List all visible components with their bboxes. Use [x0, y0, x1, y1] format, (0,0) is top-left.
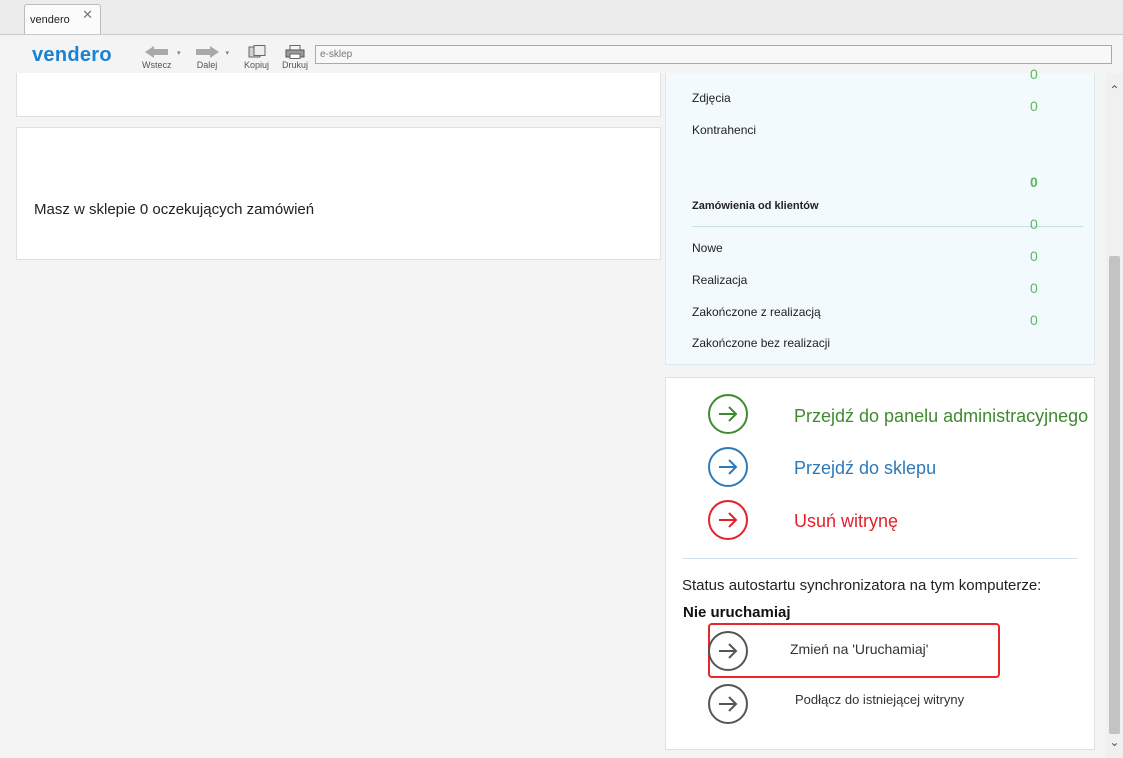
- address-input[interactable]: [315, 45, 1112, 64]
- stat-label-photos: Zdjęcia: [692, 91, 731, 105]
- toolbar: vendero Wstecz ▾ Dalej ▾ Kopiuj Drukuj: [0, 35, 1123, 73]
- shop-label: Przejdź do sklepu: [794, 458, 937, 478]
- order-label-in-progress: Realizacja: [692, 273, 748, 287]
- tab-title: vendero: [30, 14, 70, 26]
- print-button[interactable]: Drukuj: [282, 45, 308, 70]
- scrollbar-thumb[interactable]: [1109, 256, 1120, 734]
- chevron-down-icon[interactable]: ⌄: [1106, 735, 1123, 749]
- pending-orders-text: Masz w sklepie 0 oczekujących zamówień: [34, 201, 315, 218]
- logo: vendero: [32, 44, 112, 66]
- stat-value-photos: 0: [1030, 98, 1038, 114]
- order-value-new: 0: [1030, 248, 1038, 264]
- copy-label: Kopiuj: [244, 60, 270, 70]
- order-label-new: Nowe: [692, 241, 723, 255]
- orders-heading: Zamówienia od klientów: [692, 200, 819, 212]
- arrow-right-icon: [196, 46, 219, 58]
- stat-value: 0: [1030, 66, 1038, 82]
- divider: [682, 558, 1078, 559]
- chevron-down-icon[interactable]: ▾: [225, 49, 229, 57]
- arrow-right-circle-icon: [708, 394, 748, 434]
- order-value-completed: 0: [1030, 312, 1038, 328]
- chevron-down-icon[interactable]: ▾: [177, 49, 181, 57]
- arrow-right-circle-icon: [708, 500, 748, 540]
- back-label: Wstecz: [142, 60, 172, 70]
- change-autostart-label: Zmień na 'Uruchamiaj': [790, 641, 929, 657]
- arrow-right-circle-icon: [708, 447, 748, 487]
- vertical-scrollbar[interactable]: ⌃ ⌄: [1106, 73, 1123, 758]
- forward-button[interactable]: Dalej ▾: [194, 45, 229, 70]
- arrow-right-circle-icon: [708, 631, 748, 671]
- order-label-completed-no-fulfilment: Zakończone bez realizacji: [692, 336, 831, 350]
- top-card: [16, 73, 661, 117]
- autostart-status-label: Status autostartu synchronizatora na tym…: [682, 577, 1042, 594]
- stat-label-contractors: Kontrahenci: [692, 123, 757, 137]
- forward-label: Dalej: [196, 60, 218, 70]
- stats-panel: 0 Zdjęcia 0 Kontrahenci 0 Zamówienia od …: [665, 66, 1095, 365]
- printer-icon: [285, 45, 305, 59]
- chevron-up-icon[interactable]: ⌃: [1106, 83, 1123, 97]
- order-label-completed: Zakończone z realizacją: [692, 305, 821, 319]
- orders-total-value: 0: [1030, 174, 1038, 190]
- copy-icon: [248, 45, 266, 58]
- back-button[interactable]: Wstecz ▾: [142, 45, 181, 70]
- divider: [692, 226, 1083, 227]
- autostart-status-value: Nie uruchamiaj: [683, 604, 791, 621]
- stat-value-contractors: 0: [1030, 216, 1038, 232]
- close-icon[interactable]: ✕: [82, 7, 93, 23]
- order-value-in-progress: 0: [1030, 280, 1038, 296]
- tab-bar: vendero ✕: [0, 0, 1123, 35]
- connect-existing-label: Podłącz do istniejącej witryny: [795, 692, 965, 707]
- pending-orders-card: Masz w sklepie 0 oczekujących zamówień: [16, 127, 661, 260]
- delete-site-label: Usuń witrynę: [794, 511, 899, 531]
- actions-panel: Przejdź do panelu administracyjnego Prze…: [665, 377, 1095, 750]
- tab-vendero[interactable]: vendero ✕: [24, 4, 101, 34]
- print-label: Drukuj: [282, 60, 309, 70]
- arrow-right-circle-icon: [708, 684, 748, 724]
- admin-panel-label: Przejdź do panelu administracyjnego: [794, 406, 1089, 426]
- copy-button[interactable]: Kopiuj: [244, 45, 269, 70]
- arrow-left-icon: [144, 46, 168, 58]
